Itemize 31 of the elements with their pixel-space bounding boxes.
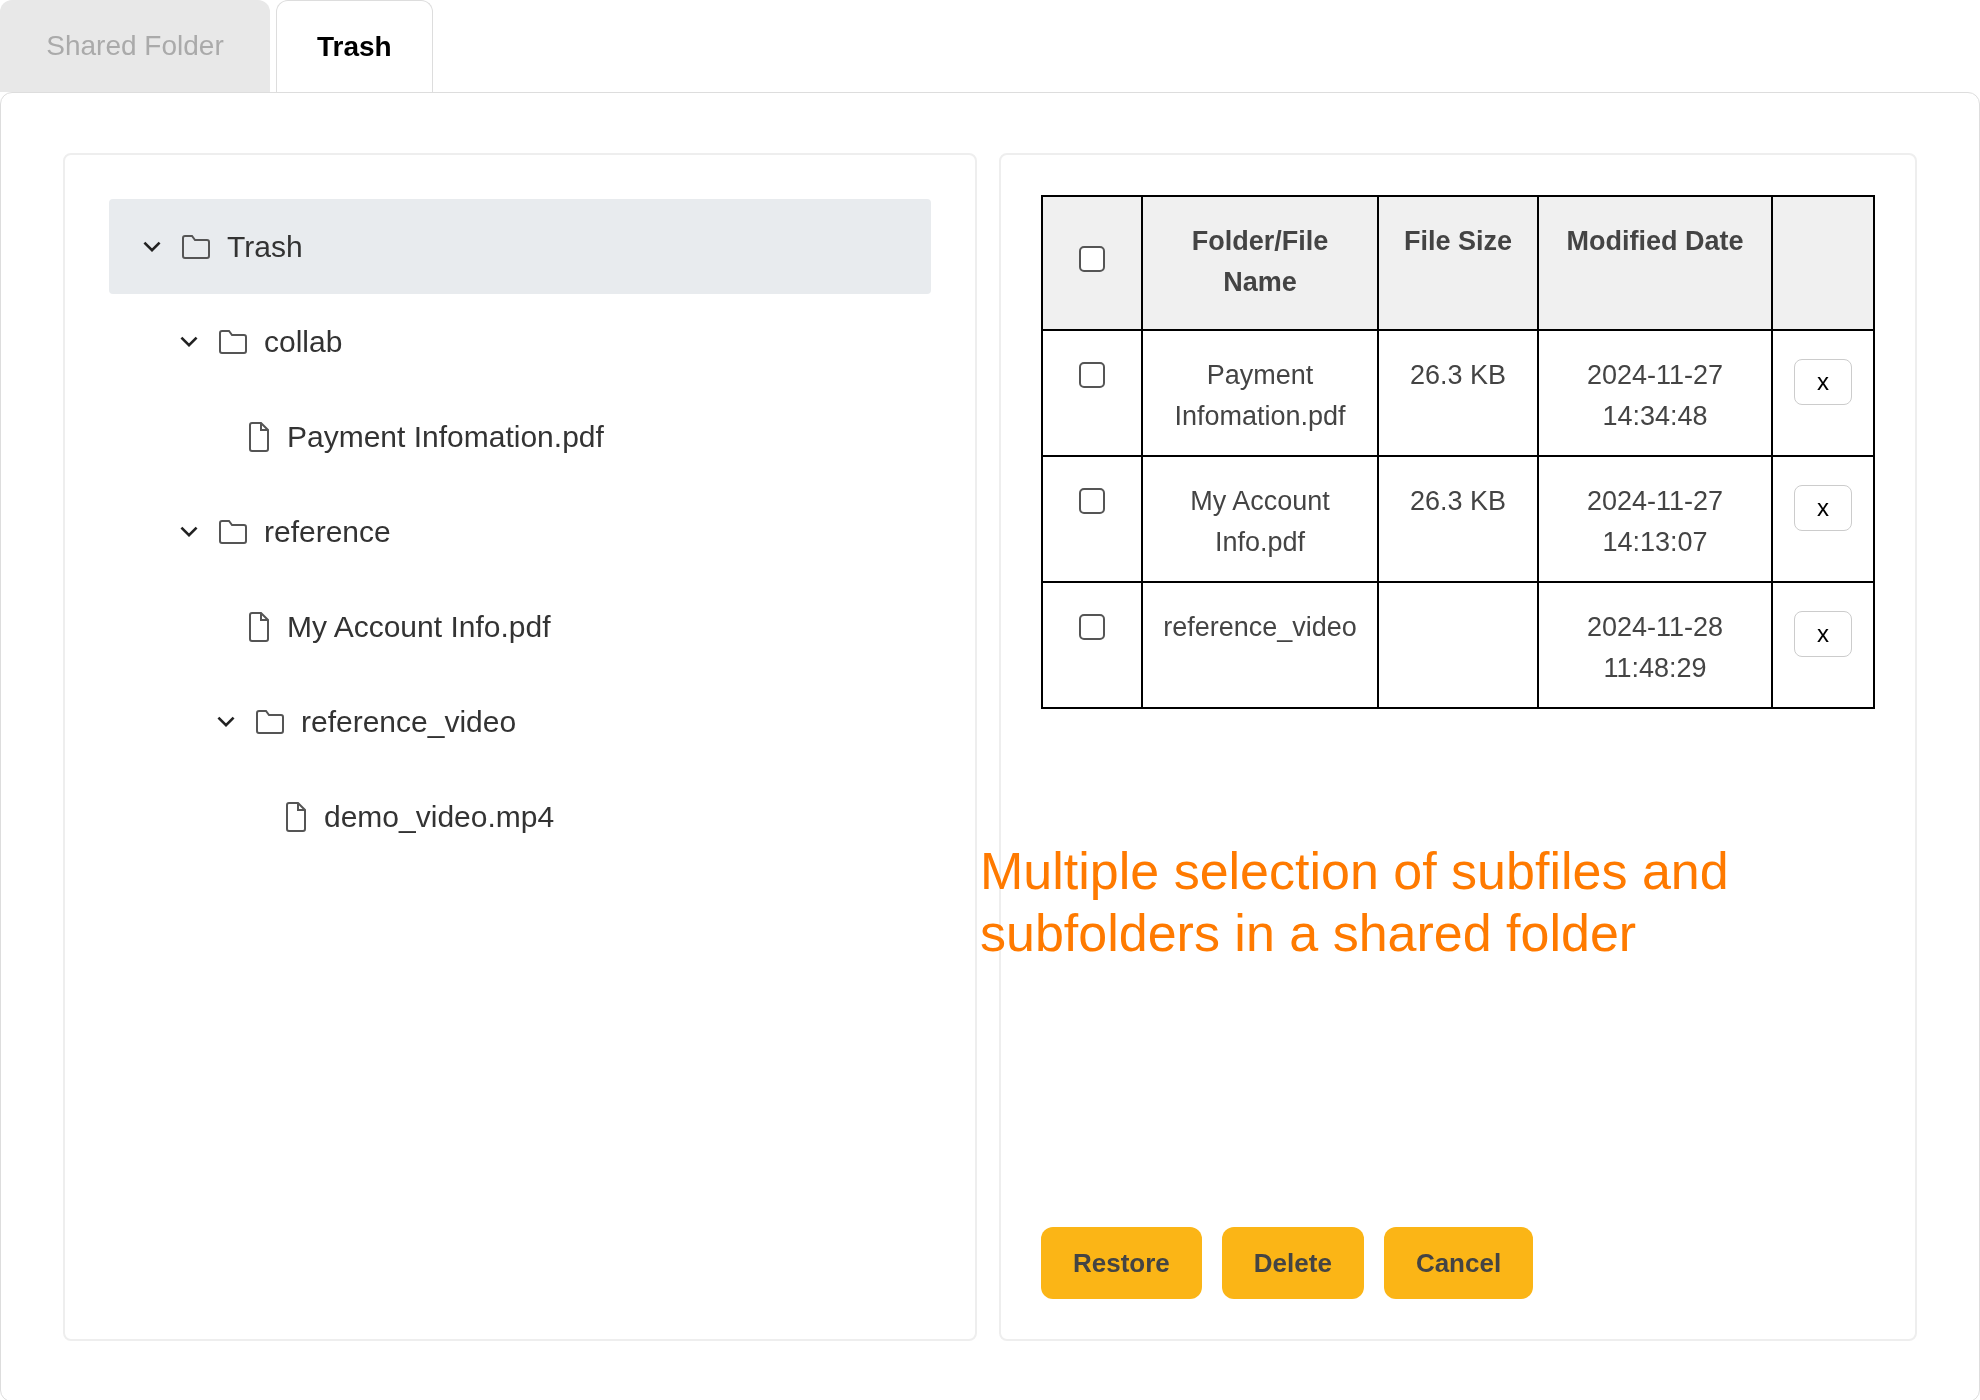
checkbox[interactable] bbox=[1079, 362, 1105, 388]
tree-item[interactable]: Trash bbox=[109, 199, 931, 294]
table-cell: 2024-11-27 14:34:48 bbox=[1538, 330, 1772, 456]
column-header: Folder/File Name bbox=[1142, 196, 1378, 330]
table-cell: 26.3 KB bbox=[1378, 456, 1538, 582]
table-cell: 2024-11-27 14:13:07 bbox=[1538, 456, 1772, 582]
column-header: Modified Date bbox=[1538, 196, 1772, 330]
table-cell: My Account Info.pdf bbox=[1142, 456, 1378, 582]
folder-icon bbox=[181, 233, 211, 260]
checkbox[interactable] bbox=[1079, 488, 1105, 514]
file-icon bbox=[247, 611, 271, 642]
folder-icon bbox=[218, 328, 248, 355]
folder-icon bbox=[255, 708, 285, 735]
action-button[interactable]: Cancel bbox=[1383, 1227, 1534, 1299]
checkbox[interactable] bbox=[1079, 245, 1105, 272]
action-button[interactable]: Delete bbox=[1221, 1227, 1364, 1299]
remove-button[interactable]: x bbox=[1794, 611, 1852, 657]
tab[interactable]: Trash bbox=[276, 0, 433, 92]
checkbox[interactable] bbox=[1079, 614, 1105, 640]
annotation-text: Multiple selection of subfiles and subfolders in a shared folder bbox=[980, 841, 1730, 964]
file-icon bbox=[247, 421, 271, 452]
table-cell: 2024-11-28 11:48:29 bbox=[1538, 582, 1772, 708]
remove-button[interactable]: x bbox=[1794, 485, 1852, 531]
remove-button[interactable]: x bbox=[1794, 359, 1852, 405]
table-cell: Payment Infomation.pdf bbox=[1142, 330, 1378, 456]
column-header: File Size bbox=[1378, 196, 1538, 330]
folder-icon bbox=[218, 518, 248, 545]
table-cell: reference_video bbox=[1142, 582, 1378, 708]
action-button[interactable]: Restore bbox=[1041, 1227, 1202, 1299]
table-cell: 26.3 KB bbox=[1378, 330, 1538, 456]
file-icon bbox=[284, 801, 308, 832]
